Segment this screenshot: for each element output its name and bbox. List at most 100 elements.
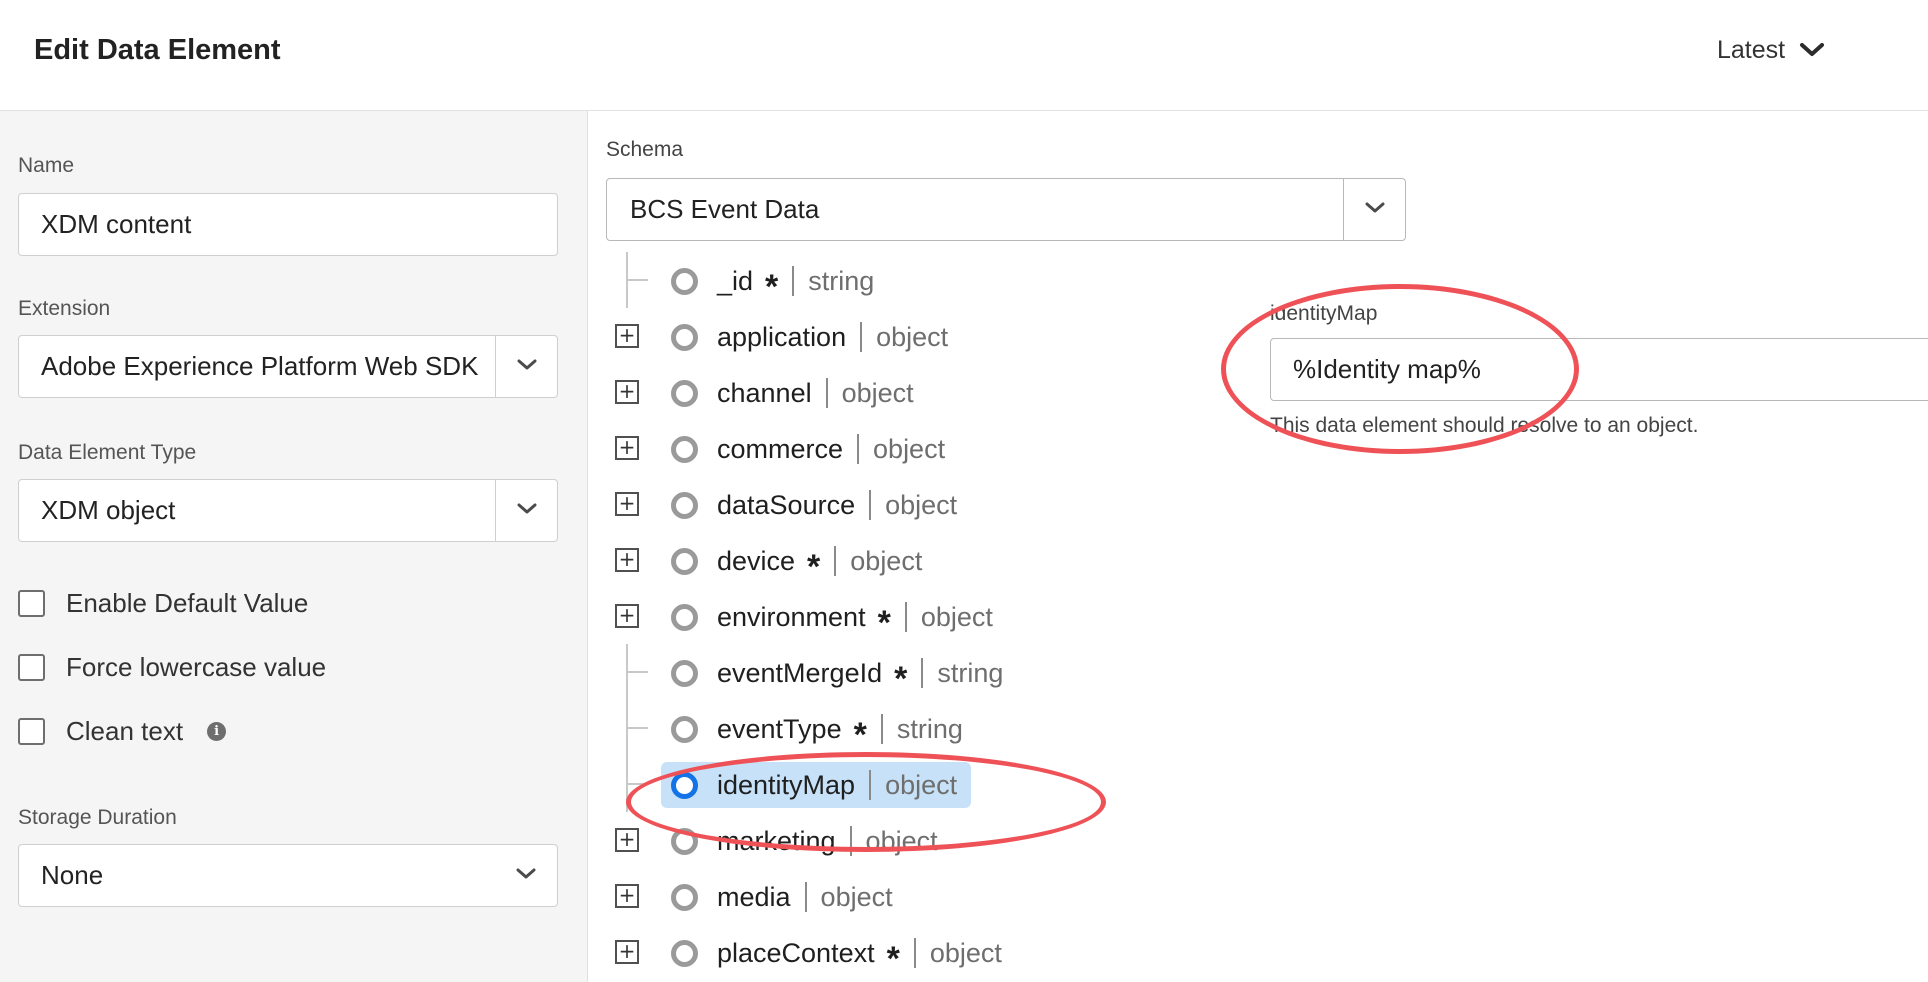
tree-item-environment[interactable]: environment * object: [661, 594, 1007, 640]
radio-button[interactable]: [671, 547, 698, 575]
expand-icon[interactable]: +: [615, 380, 639, 404]
extension-picker[interactable]: Adobe Experience Platform Web SDK: [18, 335, 558, 398]
force-lowercase-row[interactable]: Force lowercase value: [18, 652, 326, 683]
identity-map-label: identityMap: [1270, 302, 1378, 325]
field-type: object: [929, 937, 1002, 968]
tree-row: + environment * object: [606, 588, 1366, 644]
expand-icon[interactable]: +: [615, 884, 639, 908]
type-dropdown-button[interactable]: [495, 480, 557, 541]
required-asterisk: *: [807, 548, 821, 586]
tree-item-device[interactable]: device * object: [661, 538, 936, 584]
schema-picker[interactable]: BCS Event Data: [606, 178, 1406, 241]
storage-duration-picker[interactable]: None: [18, 844, 558, 907]
tree-item-marketing[interactable]: marketing object: [661, 818, 952, 864]
force-lowercase-checkbox[interactable]: [18, 654, 45, 681]
version-label: Latest: [1717, 36, 1786, 64]
radio-button[interactable]: [671, 435, 698, 463]
chevron-down-icon: [517, 502, 537, 520]
page-title: Edit Data Element: [34, 34, 281, 66]
extension-dropdown-button[interactable]: [495, 336, 557, 397]
type-separator: [904, 602, 907, 632]
expand-icon[interactable]: +: [615, 436, 639, 460]
radio-button[interactable]: [671, 379, 698, 407]
tree-item-dataSource[interactable]: dataSource object: [661, 482, 971, 528]
field-name: device: [717, 545, 796, 576]
type-picker[interactable]: XDM object: [18, 479, 558, 542]
tree-row: eventType * string: [606, 700, 1366, 756]
tree-item-eventMergeId[interactable]: eventMergeId * string: [661, 650, 1017, 696]
radio-button[interactable]: [671, 267, 698, 295]
chevron-down-icon: [1799, 36, 1825, 65]
field-name: marketing: [717, 825, 836, 856]
enable-default-value-checkbox[interactable]: [18, 590, 45, 617]
schema-label: Schema: [606, 138, 684, 161]
radio-button[interactable]: [671, 771, 698, 799]
type-separator: [849, 826, 852, 856]
tree-item-eventType[interactable]: eventType * string: [661, 706, 977, 752]
field-name: environment: [717, 601, 866, 632]
field-name: dataSource: [717, 489, 856, 520]
clean-text-checkbox[interactable]: [18, 718, 45, 745]
expand-icon[interactable]: +: [615, 940, 639, 964]
schema-dropdown-button[interactable]: [1343, 179, 1405, 240]
extension-label: Extension: [18, 297, 111, 320]
tree-item-id[interactable]: _id * string: [661, 258, 888, 304]
radio-button[interactable]: [671, 827, 698, 855]
field-type: string: [896, 713, 963, 744]
tree-row: + dataSource object: [606, 476, 1366, 532]
tree-connector-line: [626, 727, 648, 729]
radio-button[interactable]: [671, 603, 698, 631]
radio-button[interactable]: [671, 939, 698, 967]
tree-item-placeContext[interactable]: placeContext * object: [661, 930, 1016, 976]
field-type: string: [937, 657, 1004, 688]
type-separator: [834, 546, 837, 576]
required-asterisk: *: [853, 716, 867, 754]
expand-icon[interactable]: +: [615, 828, 639, 852]
type-separator: [913, 938, 916, 968]
storage-value: None: [41, 860, 104, 890]
radio-button[interactable]: [671, 491, 698, 519]
identity-map-field[interactable]: %Identity map%: [1270, 338, 1928, 401]
tree-connector-line: [626, 783, 648, 785]
required-asterisk: *: [877, 604, 891, 642]
expand-icon[interactable]: +: [615, 324, 639, 348]
expand-icon[interactable]: +: [615, 548, 639, 572]
schema-tree: _id * string + application object + channel obje…: [606, 252, 1366, 982]
field-type: string: [808, 265, 875, 296]
schema-value: BCS Event Data: [630, 194, 820, 224]
type-separator: [869, 770, 872, 800]
radio-button[interactable]: [671, 715, 698, 743]
storage-dropdown-button[interactable]: [495, 845, 557, 906]
tree-item-application[interactable]: application object: [661, 314, 962, 360]
identity-map-help-text: This data element should resolve to an o…: [1270, 414, 1699, 437]
radio-button[interactable]: [671, 883, 698, 911]
expand-icon[interactable]: +: [615, 492, 639, 516]
version-picker[interactable]: Latest: [1717, 36, 1825, 65]
field-name: placeContext: [717, 937, 875, 968]
field-name: channel: [717, 377, 812, 408]
field-name: application: [717, 321, 847, 352]
type-separator: [804, 882, 807, 912]
clean-text-row[interactable]: Clean text i: [18, 716, 227, 747]
type-separator: [792, 266, 795, 296]
chevron-down-icon: [1365, 201, 1385, 219]
radio-button[interactable]: [671, 659, 698, 687]
expand-icon[interactable]: +: [615, 604, 639, 628]
tree-item-media[interactable]: media object: [661, 874, 907, 920]
enable-default-value-row[interactable]: Enable Default Value: [18, 588, 308, 619]
field-name: commerce: [717, 433, 844, 464]
info-icon[interactable]: i: [207, 722, 227, 741]
type-label: Data Element Type: [18, 441, 197, 464]
tree-row: identityMap object: [606, 756, 1366, 812]
field-name: media: [717, 881, 791, 912]
tree-item-commerce[interactable]: commerce object: [661, 426, 959, 472]
required-asterisk: *: [894, 660, 908, 698]
tree-row: + placeContext * object: [606, 924, 1366, 980]
tree-item-channel[interactable]: channel object: [661, 370, 928, 416]
type-separator: [921, 658, 924, 688]
field-type: object: [820, 881, 893, 912]
field-type: object: [865, 825, 938, 856]
tree-item-identityMap[interactable]: identityMap object: [661, 762, 972, 808]
radio-button[interactable]: [671, 323, 698, 351]
name-field[interactable]: XDM content: [18, 193, 558, 256]
